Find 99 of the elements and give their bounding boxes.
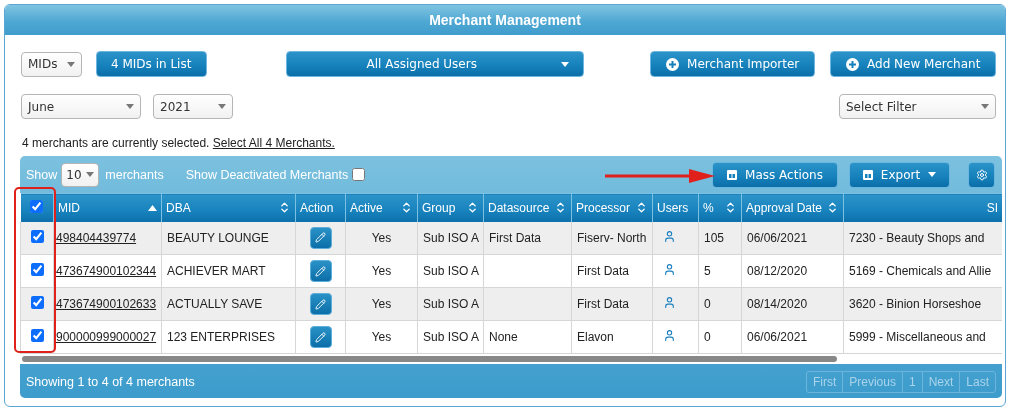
year-dropdown[interactable]: 2021	[153, 94, 233, 119]
table-cell: 105	[704, 230, 725, 245]
user-icon[interactable]	[663, 296, 676, 309]
table-cell: Yes	[371, 264, 392, 278]
list-type-dropdown[interactable]: MIDs	[21, 51, 82, 77]
table-cell: 06/06/2021	[747, 230, 808, 245]
edit-button[interactable]	[309, 226, 332, 249]
table-cell: First Data	[577, 264, 629, 278]
mids-in-list-button[interactable]: 4 MIDs in List	[95, 51, 207, 77]
table-cell: Yes	[371, 297, 392, 311]
row-checkbox[interactable]	[30, 263, 44, 276]
caret-icon	[66, 61, 75, 67]
user-icon[interactable]	[663, 229, 676, 243]
table-cell: Fiserv- North	[577, 230, 647, 245]
caret-icon	[86, 172, 95, 177]
export-button[interactable]: Export	[849, 161, 950, 188]
select-all-link[interactable]: Select All 4 Merchants.	[212, 136, 335, 150]
page-size-label: merchants	[105, 167, 164, 182]
window-icon	[862, 169, 873, 180]
mass-actions-button[interactable]: Mass Actions	[712, 161, 838, 188]
edit-button[interactable]	[309, 260, 332, 282]
assigned-users-dropdown[interactable]: All Assigned Users	[285, 51, 584, 77]
column-header[interactable]: SI	[843, 193, 1002, 222]
filter-dropdown[interactable]: Select Filter	[839, 94, 996, 119]
table-summary: Showing 1 to 4 of 4 merchants	[26, 374, 195, 389]
toolbar-button[interactable]: Merchant Importer	[649, 51, 816, 77]
column-header[interactable]: MID	[53, 193, 162, 222]
toolbar-button[interactable]: Add New Merchant	[830, 51, 996, 77]
pencil-icon	[315, 265, 326, 277]
table-cell: 0	[704, 330, 711, 344]
column-header[interactable]: Approval Date	[741, 193, 844, 222]
table-cell: Sub ISO A	[423, 230, 480, 245]
edit-button[interactable]	[309, 326, 332, 348]
select-all-checkbox[interactable]	[30, 199, 44, 213]
row-checkbox[interactable]	[30, 329, 44, 342]
column-header[interactable]: Users	[652, 193, 699, 222]
table-cell: None	[489, 330, 518, 344]
sort-icon	[466, 201, 479, 215]
page-size-dropdown[interactable]: 10	[61, 162, 100, 187]
column-header[interactable]: Active	[345, 193, 418, 222]
caret-icon	[218, 104, 226, 109]
table-cell: ACTUALLY SAVE	[167, 297, 263, 311]
column-header[interactable]: %	[698, 193, 742, 222]
user-icon[interactable]	[663, 329, 676, 342]
table-cell: First Data	[489, 230, 541, 245]
table-cell: 0	[704, 297, 711, 311]
table-cell: Yes	[371, 330, 392, 344]
table-cell: BEAUTY LOUNGE	[167, 230, 269, 245]
table-cell: Sub ISO A	[423, 297, 480, 311]
table-cell: ACHIEVER MART	[167, 264, 266, 278]
table-cell: 5169 - Chemicals and Allie	[849, 264, 992, 278]
column-header[interactable]: Action	[295, 193, 346, 222]
sort-icon	[278, 201, 291, 215]
sort-ascending-icon	[148, 204, 157, 211]
sort-icon	[554, 201, 567, 215]
column-header[interactable]: Processor	[571, 193, 653, 222]
plus-circle-icon	[666, 57, 680, 71]
table-cell: Elavon	[577, 330, 614, 344]
user-icon[interactable]	[663, 263, 676, 276]
sort-icon	[400, 201, 413, 215]
table-cell: Sub ISO A	[423, 264, 480, 278]
table-cell: 3620 - Binion Horseshoe	[849, 297, 982, 311]
deactivated-label: Show Deactivated Merchants	[185, 167, 349, 182]
settings-button[interactable]	[968, 161, 995, 188]
caret-icon	[126, 104, 134, 109]
month-dropdown[interactable]: June	[21, 94, 141, 119]
horizontal-scrollbar[interactable]	[22, 356, 837, 362]
caret-icon	[928, 172, 937, 177]
pencil-icon	[315, 298, 326, 310]
panel-title: Merchant Management	[429, 12, 581, 28]
show-label: Show	[26, 167, 58, 182]
caret-icon	[560, 61, 569, 67]
plus-circle-icon	[846, 57, 860, 71]
table-cell: 7230 - Beauty Shops and	[849, 230, 985, 245]
table-cell: 5999 - Miscellaneous and	[849, 330, 986, 344]
window-icon	[727, 169, 738, 180]
deactivated-checkbox[interactable]	[352, 168, 366, 181]
table-cell: First Data	[577, 297, 629, 311]
row-checkbox[interactable]	[30, 296, 44, 309]
row-checkbox[interactable]	[30, 229, 44, 243]
table-cell: 123 ENTERPRISES	[167, 330, 276, 344]
table-cell: 5	[704, 264, 711, 278]
table-cell: Sub ISO A	[423, 330, 480, 344]
column-header[interactable]: Datasource	[483, 193, 572, 222]
table-cell: 08/12/2020	[747, 264, 808, 278]
column-header[interactable]: DBA	[161, 193, 296, 222]
sort-icon	[635, 201, 648, 215]
selection-notice: 4 merchants are currently selected. Select All 4 Merchants.	[22, 136, 336, 152]
table-cell: Yes	[371, 230, 392, 245]
table-cell: 08/14/2020	[747, 297, 808, 311]
column-header[interactable]: Group	[417, 193, 484, 222]
sort-icon	[724, 201, 737, 215]
edit-button[interactable]	[309, 293, 332, 315]
sort-icon	[826, 201, 839, 215]
settings-icon	[975, 168, 988, 181]
caret-icon	[981, 104, 989, 109]
pencil-icon	[315, 232, 326, 244]
pencil-icon	[315, 331, 326, 343]
table-cell: 06/06/2021	[747, 330, 808, 344]
